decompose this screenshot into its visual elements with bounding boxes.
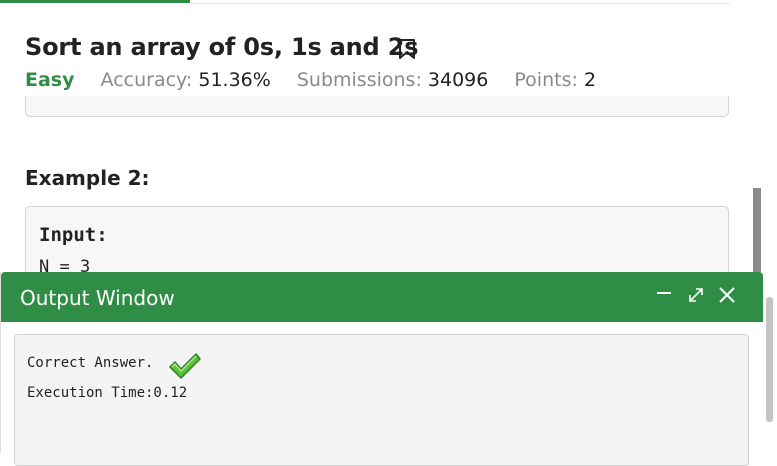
points-value: 2 — [583, 69, 597, 91]
input-label: Input: — [39, 224, 108, 246]
output-console: Correct Answer. Execution Time:0.12 — [14, 334, 749, 466]
accuracy-value: 51.36% — [198, 69, 271, 91]
bookmark-icon[interactable] — [398, 38, 416, 60]
active-tab-indicator — [0, 0, 190, 3]
close-icon[interactable] — [716, 284, 738, 306]
minimize-icon[interactable] — [653, 284, 675, 306]
previous-example-box — [25, 96, 729, 117]
accuracy-label: Accuracy: — [100, 69, 193, 91]
output-window-title: Output Window — [20, 286, 175, 310]
example-heading: Example 2: — [25, 166, 150, 190]
tab-divider — [190, 3, 730, 4]
check-icon — [168, 351, 202, 381]
output-scrollbar[interactable] — [766, 297, 773, 422]
submissions-label: Submissions: — [296, 69, 422, 91]
output-window: Output Window Correct Answer. Execution … — [0, 272, 763, 466]
problem-title: Sort an array of 0s, 1s and 2s — [25, 33, 419, 61]
result-text: Correct Answer. — [27, 355, 154, 371]
difficulty-badge: Easy — [25, 69, 75, 91]
output-window-header[interactable]: Output Window — [1, 272, 763, 322]
problem-meta: Easy Accuracy: 51.36% Submissions: 34096… — [25, 69, 596, 91]
expand-icon[interactable] — [685, 284, 707, 306]
points-label: Points: — [514, 69, 578, 91]
submissions-value: 34096 — [427, 69, 489, 91]
execution-time: Execution Time:0.12 — [27, 385, 188, 401]
